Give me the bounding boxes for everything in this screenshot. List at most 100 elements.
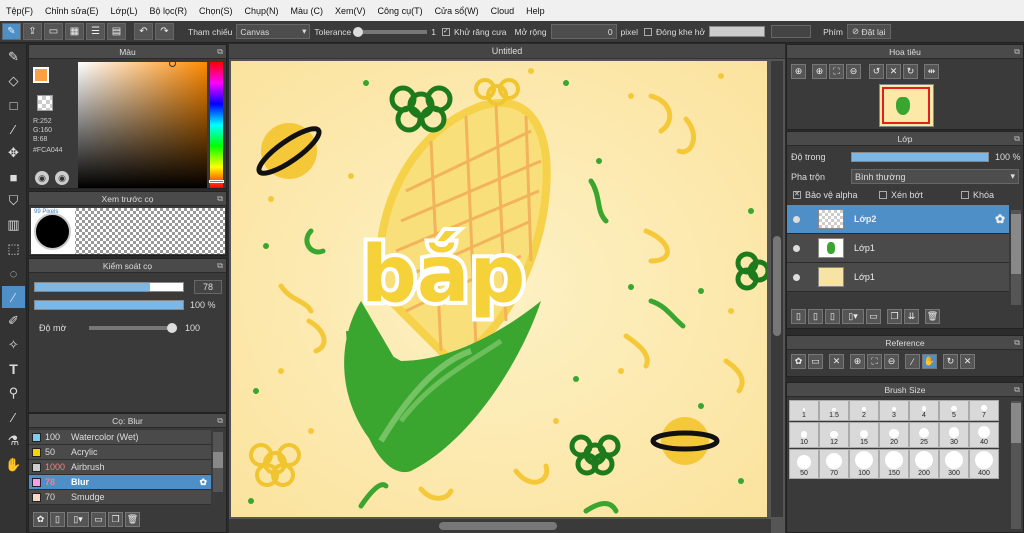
chat-icon[interactable]: ▭	[44, 23, 63, 40]
ref-settings-icon[interactable]: ✿	[791, 354, 806, 369]
brush-settings-icon[interactable]: ✿	[33, 512, 48, 527]
redo-icon[interactable]: ↷	[155, 23, 174, 40]
menu-item[interactable]: Tệp(F)	[0, 6, 39, 16]
move-icon[interactable]: ✥	[2, 142, 25, 164]
blend-select[interactable]: Bình thường ▾	[851, 169, 1019, 184]
brush-size-cell[interactable]: 40	[969, 422, 999, 448]
ref-hand-icon[interactable]: ✋	[922, 354, 937, 369]
layer-folder-icon[interactable]: ▭	[866, 309, 881, 324]
ref-close-icon[interactable]: ✕	[829, 354, 844, 369]
brush-size-cell[interactable]: 10	[789, 422, 819, 448]
brush-size-cell[interactable]: 50	[789, 449, 819, 479]
ref-fit-icon[interactable]: ⛶	[867, 354, 882, 369]
fg-color-swatch[interactable]	[33, 67, 49, 83]
menu-item[interactable]: Xem(V)	[329, 6, 372, 16]
zoom-plus-icon[interactable]: ⊕	[812, 64, 827, 79]
brush-list-item[interactable]: 70 Smudge	[29, 490, 211, 505]
brush-size-cell[interactable]: 70	[819, 449, 849, 479]
select-pen-icon[interactable]: ✐	[2, 310, 25, 332]
gear-icon[interactable]: ✿	[995, 212, 1005, 226]
divide-icon[interactable]: ⚲	[2, 382, 25, 404]
layer-scrollbar[interactable]	[1011, 210, 1021, 305]
lock-checkbox[interactable]	[961, 191, 969, 199]
expand-input[interactable]: 0	[550, 24, 617, 39]
ref-open-icon[interactable]: ▭	[808, 354, 823, 369]
brush-size-scrollbar[interactable]	[1011, 401, 1021, 529]
gradient-icon[interactable]: ▥	[2, 214, 25, 236]
layer-scroll-thumb[interactable]	[1011, 214, 1021, 274]
brush-new-icon[interactable]: ▯	[50, 512, 65, 527]
select-eraser-icon[interactable]: ✧	[2, 334, 25, 356]
eye-icon[interactable]	[793, 215, 800, 223]
canvas-hscroll-thumb[interactable]	[439, 522, 557, 530]
brush-size-cell[interactable]: 200	[909, 449, 939, 479]
menu-item[interactable]: Chụp(N)	[239, 6, 285, 16]
layer-duplicate-icon[interactable]: ❐	[887, 309, 902, 324]
hue-knob[interactable]	[209, 180, 224, 183]
reset-view-icon[interactable]: ✕	[886, 64, 901, 79]
close-gap-field[interactable]	[771, 25, 812, 38]
ref-zoom-out-icon[interactable]: ⊖	[884, 354, 899, 369]
density-knob[interactable]	[167, 323, 177, 333]
popout-icon[interactable]: ⧉	[217, 414, 223, 428]
eye-icon[interactable]	[793, 273, 800, 281]
menu-item[interactable]: Cloud	[485, 6, 521, 16]
new-layer-1bit-icon[interactable]: ▯	[825, 309, 840, 324]
menu-item[interactable]: Help	[520, 6, 551, 16]
brush-size-cell[interactable]: 5	[939, 400, 969, 421]
undo-icon[interactable]: ↶	[134, 23, 153, 40]
palette-add-icon[interactable]: ◉	[55, 171, 69, 185]
popout-icon[interactable]: ⧉	[1014, 132, 1020, 146]
brush-size-cell[interactable]: 150	[879, 449, 909, 479]
brush-delete-icon[interactable]: 🗑	[125, 512, 140, 527]
brush-folder-icon[interactable]: ▭	[91, 512, 106, 527]
popout-icon[interactable]: ⧉	[217, 192, 223, 206]
zoom-out-icon[interactable]: ⊖	[846, 64, 861, 79]
antialias-checkbox[interactable]: ✓	[442, 27, 451, 36]
select-rect-icon[interactable]: ⬚	[2, 238, 25, 260]
zoom-in-icon[interactable]: ⊕	[791, 64, 806, 79]
layer-row[interactable]: Lớp1	[787, 263, 1009, 292]
text-icon[interactable]: T	[2, 358, 25, 380]
clipping-checkbox[interactable]	[879, 191, 887, 199]
brush-size-cell[interactable]: 30	[939, 422, 969, 448]
blur-tool-icon[interactable]: ⁄	[2, 406, 25, 428]
canvas[interactable]: bắp	[231, 61, 767, 517]
ref-zoom-in-icon[interactable]: ⊕	[850, 354, 865, 369]
layer-opacity-bar[interactable]	[851, 152, 989, 162]
layer-row[interactable]: Lớp2 ✿	[787, 205, 1009, 234]
brush-mode-icon[interactable]: ✎	[2, 23, 21, 40]
brush-size-cell[interactable]: 300	[939, 449, 969, 479]
canvas-hscrollbar[interactable]	[229, 519, 771, 533]
brush-size-cell[interactable]: 1	[789, 400, 819, 421]
protect-alpha-checkbox[interactable]: ✕	[793, 191, 801, 199]
hand-icon[interactable]: ✋	[2, 454, 25, 476]
reset-button[interactable]: ⊘ Đặt lại	[846, 24, 891, 39]
layer-merge-icon[interactable]: ⇊	[904, 309, 919, 324]
new-layer-icon[interactable]: ▯	[791, 309, 806, 324]
popout-icon[interactable]: ⧉	[1014, 336, 1020, 350]
sv-cursor[interactable]	[169, 60, 176, 67]
brush-size-cell[interactable]: 1.5	[819, 400, 849, 421]
brush-size-cell[interactable]: 12	[819, 422, 849, 448]
popout-icon[interactable]: ⧉	[217, 45, 223, 59]
ref-reset-icon[interactable]: ✕	[960, 354, 975, 369]
brush-dropdown-icon[interactable]: ▯▾	[67, 512, 89, 527]
rotate-left-icon[interactable]: ↺	[869, 64, 884, 79]
magic-wand-icon[interactable]: ⁄	[2, 286, 25, 308]
layer-row[interactable]: Lớp1	[787, 234, 1009, 263]
layer-add-dropdown-icon[interactable]: ▯▾	[842, 309, 864, 324]
saturation-value-picker[interactable]	[78, 60, 207, 188]
menu-item[interactable]: Bộ lọc(R)	[143, 6, 193, 16]
brush-size-cell[interactable]: 4	[909, 400, 939, 421]
brush-list-scroll-thumb[interactable]	[213, 452, 223, 468]
brush-list-item[interactable]: 50 Acrylic	[29, 445, 211, 460]
bucket-icon[interactable]: ⛉	[2, 190, 25, 212]
brush-list-scrollbar[interactable]	[213, 432, 223, 492]
layer-delete-icon[interactable]: 🗑	[925, 309, 940, 324]
ref-select[interactable]: Canvas ▾	[236, 24, 311, 39]
brush-icon[interactable]: ⁄	[2, 118, 25, 140]
brush-size-cell[interactable]: 2	[849, 400, 879, 421]
popout-icon[interactable]: ⧉	[217, 259, 223, 273]
menu-item[interactable]: Chọn(S)	[193, 6, 239, 16]
